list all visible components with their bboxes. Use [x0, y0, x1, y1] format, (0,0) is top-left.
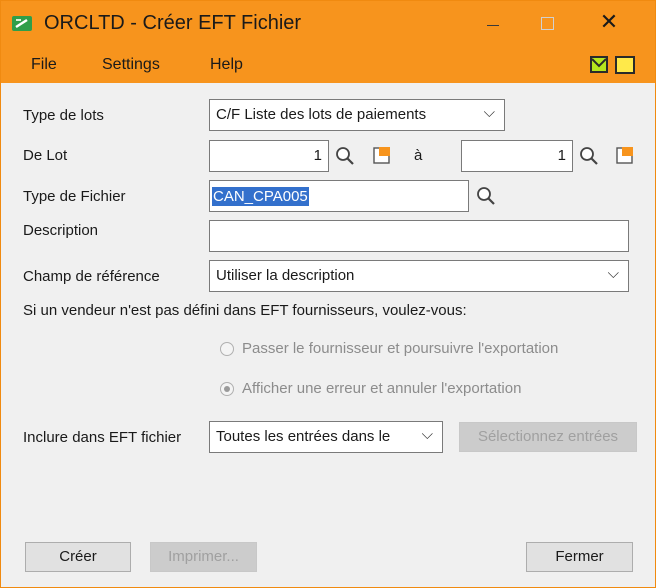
- mail-icon[interactable]: [590, 56, 608, 73]
- minimize-icon: [487, 25, 499, 26]
- new-record-icon[interactable]: [372, 145, 392, 165]
- description-label: Description: [23, 222, 99, 239]
- de-lot-from-input[interactable]: 1: [209, 140, 329, 172]
- maximize-icon: [540, 17, 554, 30]
- radio-show-error[interactable]: [220, 382, 234, 396]
- inclure-select[interactable]: Toutes les entrées dans le ⌵: [209, 421, 443, 453]
- type-lots-value: C/F Liste des lots de paiements: [216, 106, 427, 123]
- window-title: ORCLTD - Créer EFT Fichier: [44, 12, 302, 34]
- a-label: à: [414, 147, 423, 164]
- chevron-down-icon: ⌵: [607, 265, 619, 282]
- de-lot-to-value: 1: [557, 147, 566, 164]
- chevron-down-icon: ⌵: [483, 104, 495, 121]
- close-button[interactable]: ✕: [587, 9, 631, 39]
- type-lots-select[interactable]: C/F Liste des lots de paiements ⌵: [209, 99, 505, 131]
- type-fichier-input[interactable]: CAN_CPA005: [209, 180, 469, 212]
- de-lot-from-value: 1: [313, 147, 322, 164]
- champ-ref-label: Champ de référence: [23, 268, 160, 285]
- inclure-label: Inclure dans EFT fichier: [23, 429, 182, 446]
- minimize-button[interactable]: [473, 9, 513, 39]
- radio-show-error-label: Afficher une erreur et annuler l'exporta…: [242, 380, 522, 397]
- search-icon[interactable]: [578, 145, 600, 167]
- menu-settings[interactable]: Settings: [102, 56, 160, 74]
- search-icon[interactable]: [475, 185, 497, 207]
- radio-skip-vendor-label: Passer le fournisseur et poursuivre l'ex…: [242, 340, 559, 357]
- radio-skip-vendor[interactable]: [220, 342, 234, 356]
- creer-button[interactable]: Créer: [25, 542, 131, 572]
- imprimer-button[interactable]: Imprimer...: [150, 542, 257, 572]
- menu-help[interactable]: Help: [210, 56, 243, 74]
- inclure-value: Toutes les entrées dans le: [216, 428, 391, 445]
- select-entries-button[interactable]: Sélectionnez entrées: [459, 422, 637, 452]
- eft-window: ORCLTD - Créer EFT Fichier ✕ File Settin…: [0, 0, 656, 588]
- menu-bar: File Settings Help: [1, 47, 655, 83]
- champ-ref-value: Utiliser la description: [216, 267, 355, 284]
- de-lot-to-input[interactable]: 1: [461, 140, 573, 172]
- title-bar[interactable]: ORCLTD - Créer EFT Fichier ✕: [1, 1, 655, 47]
- description-input[interactable]: [209, 220, 629, 252]
- type-lots-label: Type de lots: [23, 107, 104, 124]
- maximize-button[interactable]: [527, 9, 567, 39]
- fermer-button[interactable]: Fermer: [526, 542, 633, 572]
- de-lot-label: De Lot: [23, 147, 68, 164]
- search-icon[interactable]: [334, 145, 356, 167]
- champ-ref-select[interactable]: Utiliser la description ⌵: [209, 260, 629, 292]
- vendor-question: Si un vendeur n'est pas défini dans EFT …: [23, 302, 467, 319]
- app-logo-icon: [12, 16, 32, 31]
- chevron-down-icon: ⌵: [421, 426, 433, 443]
- new-record-icon[interactable]: [615, 145, 635, 165]
- sticky-note-icon[interactable]: [615, 56, 635, 74]
- type-fichier-value: CAN_CPA005: [212, 187, 309, 206]
- type-fichier-label: Type de Fichier: [23, 188, 126, 205]
- menu-file[interactable]: File: [31, 56, 57, 74]
